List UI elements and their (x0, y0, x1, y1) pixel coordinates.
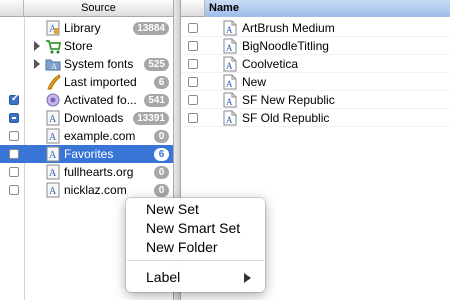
svg-text:A: A (226, 43, 233, 53)
font-file-icon: A (223, 110, 237, 126)
menu-item-new-smart-set[interactable]: New Smart Set (126, 219, 265, 238)
svg-text:A: A (226, 25, 233, 35)
count-badge: 0 (154, 184, 169, 197)
activated-checkbox[interactable] (9, 185, 19, 195)
activated-checkbox[interactable] (9, 113, 19, 123)
font-row[interactable]: A ArtBrush Medium (181, 19, 450, 37)
font-column-header[interactable]: Name (181, 0, 450, 17)
font-row[interactable]: A SF Old Republic (181, 109, 450, 127)
font-row[interactable]: A SF New Republic (181, 91, 450, 109)
svg-text:A: A (49, 132, 57, 143)
name-header-label[interactable]: Name (205, 0, 450, 17)
source-item-example-com[interactable]: A example.com 0 (0, 127, 173, 145)
source-header-label: Source (81, 2, 116, 14)
source-item-label: System fonts (64, 57, 134, 71)
source-item-store[interactable]: Store (0, 37, 173, 55)
count-badge: 6 (154, 76, 169, 89)
source-item-label: nicklaz.com (64, 183, 127, 197)
font-file-icon: A (223, 74, 237, 90)
source-column-header[interactable]: Source (0, 0, 173, 17)
font-checkbox[interactable] (188, 59, 198, 69)
svg-text:A: A (226, 97, 233, 107)
count-badge: 541 (144, 94, 169, 107)
submenu-arrow-icon (244, 273, 251, 283)
svg-text:A: A (49, 186, 57, 197)
source-item-nicklaz-com[interactable]: A nicklaz.com 0 (0, 181, 173, 199)
font-checkbox[interactable] (188, 41, 198, 51)
font-file-icon: A (223, 92, 237, 108)
count-badge: 13391 (133, 112, 169, 125)
activated-checkbox[interactable] (9, 93, 19, 105)
activated-fonts-icon (45, 92, 61, 108)
font-checkbox[interactable] (188, 23, 198, 33)
svg-text:A: A (49, 114, 57, 125)
set-font-icon: A (45, 182, 61, 198)
count-badge: 525 (144, 58, 169, 71)
disclosure-triangle-icon[interactable] (34, 59, 40, 69)
source-item-last-imported[interactable]: Last imported 6 (0, 73, 173, 91)
source-item-label: example.com (64, 129, 136, 143)
font-row[interactable]: A BigNoodleTitling (181, 37, 450, 55)
svg-text:A: A (226, 61, 233, 71)
menu-separator (127, 260, 264, 261)
svg-text:A: A (49, 150, 57, 161)
checkbox-column-header (181, 0, 205, 17)
context-menu: New Set New Smart Set New Folder Label (126, 198, 265, 292)
menu-item-label-text: Label (146, 269, 181, 285)
store-cart-icon (45, 38, 62, 54)
activated-checkbox[interactable] (9, 131, 19, 141)
source-item-label: Store (64, 39, 93, 53)
set-font-icon: A (45, 164, 61, 180)
checkbox-column-header (0, 0, 24, 17)
svg-text:A: A (49, 168, 57, 179)
system-fonts-folder-icon: A (45, 56, 61, 72)
activated-checkbox[interactable] (9, 167, 19, 177)
count-badge: 13884 (133, 22, 169, 35)
count-badge: 6 (154, 148, 169, 161)
svg-text:A: A (51, 62, 57, 71)
font-name: SF Old Republic (242, 111, 330, 125)
source-item-downloads[interactable]: A Downloads 13391 (0, 109, 173, 127)
font-row[interactable]: A New (181, 73, 450, 91)
source-item-label: fullhearts.org (64, 165, 134, 179)
font-file-icon: A (223, 56, 237, 72)
downloads-icon: A (45, 110, 61, 126)
set-font-icon: A (45, 128, 61, 144)
source-item-library[interactable]: A Library 13884 (0, 19, 173, 37)
font-name: New (242, 75, 267, 89)
source-item-activated-fonts[interactable]: Activated fo... 541 (0, 91, 173, 109)
font-name: Coolvetica (242, 57, 299, 71)
library-icon: A (45, 20, 61, 36)
menu-item-label[interactable]: Label (126, 268, 265, 287)
font-name: SF New Republic (242, 93, 335, 107)
source-item-fullhearts-org[interactable]: A fullhearts.org 0 (0, 163, 173, 181)
source-item-label: Last imported (64, 75, 137, 89)
source-item-system-fonts[interactable]: A System fonts 525 (0, 55, 173, 73)
font-checkbox[interactable] (188, 113, 198, 123)
set-font-icon: A (45, 146, 61, 162)
font-file-icon: A (223, 38, 237, 54)
menu-item-new-set[interactable]: New Set (126, 200, 265, 219)
disclosure-triangle-icon[interactable] (34, 41, 40, 51)
svg-text:A: A (226, 115, 233, 125)
source-item-favorites[interactable]: A Favorites 6 (0, 145, 173, 163)
svg-text:A: A (226, 79, 233, 89)
font-name: ArtBrush Medium (242, 21, 335, 35)
last-imported-icon (45, 74, 61, 90)
source-item-label: Favorites (64, 147, 114, 161)
font-row[interactable]: A Coolvetica (181, 55, 450, 73)
source-item-label: Activated fo... (64, 93, 137, 107)
font-checkbox[interactable] (188, 95, 198, 105)
font-name: BigNoodleTitling (242, 39, 329, 53)
font-file-icon: A (223, 20, 237, 36)
activated-checkbox[interactable] (9, 149, 19, 159)
font-checkbox[interactable] (188, 77, 198, 87)
count-badge: 0 (154, 166, 169, 179)
count-badge: 0 (154, 130, 169, 143)
menu-item-new-folder[interactable]: New Folder (126, 238, 265, 257)
